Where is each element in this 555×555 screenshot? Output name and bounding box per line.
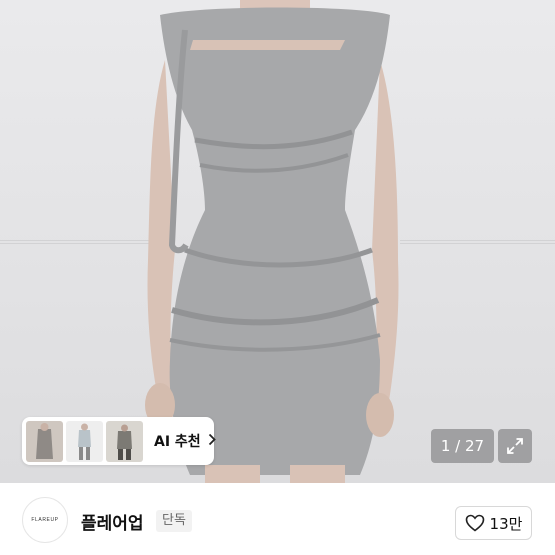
product-photo: [145, 0, 399, 483]
expand-icon: [507, 438, 523, 454]
seller-logo[interactable]: FLAREUP: [22, 497, 68, 543]
ai-recommend-card[interactable]: AI 추천: [22, 417, 216, 465]
like-button[interactable]: 13만: [455, 506, 532, 540]
image-page-counter: 1 / 27: [431, 429, 494, 463]
product-image-gallery[interactable]: AI 추천 1 / 27: [0, 0, 555, 483]
seller-logo-text: FLAREUP: [31, 517, 59, 523]
chevron-right-icon: [208, 433, 216, 450]
exclusive-badge: 단독: [156, 510, 192, 532]
heart-outline-icon: [465, 514, 484, 532]
like-count: 13만: [489, 514, 523, 533]
expand-image-button[interactable]: [498, 429, 532, 463]
seller-name[interactable]: 플레어업: [81, 509, 144, 534]
ai-thumbnail-2[interactable]: [66, 420, 103, 462]
ai-thumbnail-3[interactable]: [106, 420, 143, 462]
ai-thumbnail-1[interactable]: [26, 420, 63, 462]
ai-recommend-label: AI 추천: [154, 434, 201, 450]
